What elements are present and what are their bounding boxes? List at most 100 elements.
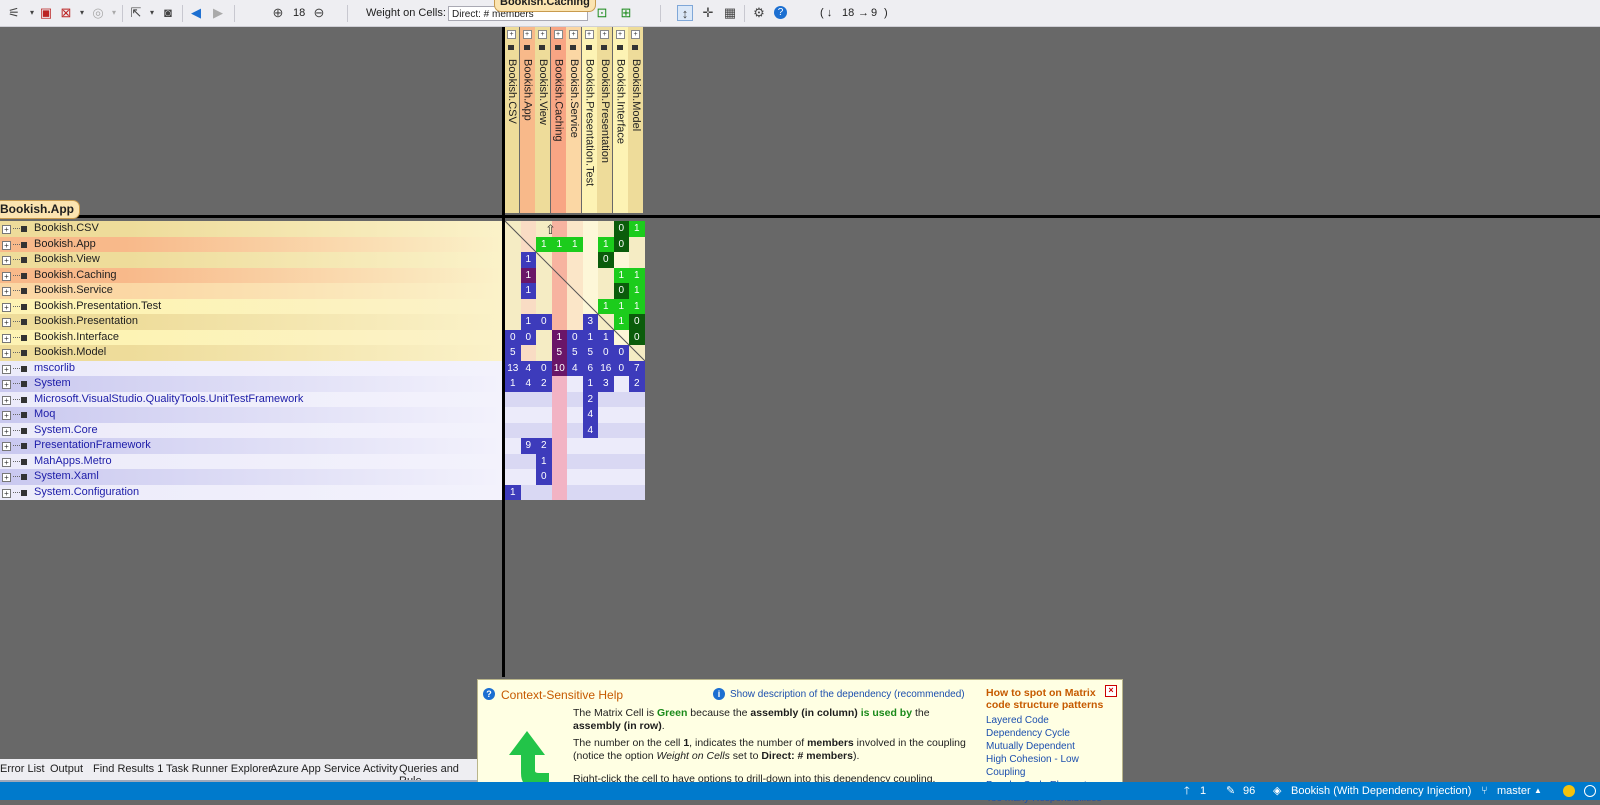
status-branch[interactable]: master [1497,782,1531,800]
matrix-cell-empty[interactable] [536,391,552,407]
matrix-cell-empty[interactable] [505,453,521,469]
column-header[interactable]: + Bookish.Interface [612,27,628,213]
tree-row[interactable]: + Moq [0,407,502,423]
matrix-cell-empty[interactable] [551,407,567,423]
tree-row[interactable]: + Bookish.Service [0,283,502,299]
matrix-cell-empty[interactable] [613,376,629,392]
matrix-cell-empty[interactable] [551,469,567,485]
matrix-cell[interactable]: 9 [520,438,536,454]
expand-icon[interactable]: + [507,30,516,39]
close-icon[interactable]: × [1105,685,1117,697]
matrix-cell[interactable]: 0 [613,360,629,376]
row-mode-icon[interactable]: ↕ [677,5,693,21]
tool-tab[interactable]: Azure App Service Activity [270,763,398,775]
tree-row[interactable]: + Bookish.Model [0,345,502,361]
clear-icon[interactable]: ▣ [38,5,54,21]
pattern-link[interactable]: Mutually Dependent [986,740,1121,753]
matrix-cell[interactable]: 4 [567,360,583,376]
expand-icon[interactable]: + [569,30,578,39]
tree-row[interactable]: + System.Core [0,422,502,438]
notification-icon[interactable] [1563,785,1575,797]
matrix-cell[interactable]: 0 [536,469,552,485]
expand-icon[interactable]: + [584,30,594,39]
matrix-cell[interactable]: 1 [505,376,521,392]
forward-icon[interactable]: ▶ [210,5,226,21]
matrix-cell-empty[interactable] [613,469,629,485]
matrix-cell-empty[interactable] [520,484,536,500]
chevron-down-icon[interactable]: ▾ [106,5,122,21]
tool-tab[interactable]: Find Results 1 [93,763,163,775]
status-solution[interactable]: Bookish (With Dependency Injection) [1291,782,1471,800]
matrix-cell-empty[interactable] [505,407,521,423]
matrix-cell-empty[interactable] [598,484,614,500]
column-header[interactable]: + Bookish.Presentation [597,27,612,213]
matrix-cell[interactable]: 3 [598,376,614,392]
column-header[interactable]: + Bookish.App [519,27,535,213]
help-icon[interactable]: ? [774,6,787,19]
tree-row[interactable]: + mscorlib [0,360,502,376]
expand-icon[interactable]: + [2,256,11,265]
chevron-up-icon[interactable]: ▲ [1534,782,1542,800]
expand-icon[interactable]: + [2,395,11,405]
tree-row[interactable]: + Bookish.CSV [0,221,502,237]
tree-row[interactable]: + Bookish.App [0,236,502,252]
matrix-cell[interactable]: 4 [520,376,536,392]
matrix-cell-empty[interactable] [582,484,598,500]
matrix-cell-empty[interactable] [551,453,567,469]
matrix-cell-empty[interactable] [598,407,614,423]
matrix-cell-empty[interactable] [505,469,521,485]
matrix-cell[interactable]: 4 [520,360,536,376]
zoom-in-icon[interactable]: ⊕ [270,5,286,21]
matrix-cell-empty[interactable] [613,422,629,438]
matrix-cell[interactable]: 1 [505,484,521,500]
matrix-cell-empty[interactable] [567,469,583,485]
matrix-cell-empty[interactable] [629,438,645,454]
column-mode-icon[interactable]: ✛ [700,5,716,21]
column-header[interactable]: + Bookish.Model [628,27,643,213]
tool-tab[interactable]: Task Runner Explorer [166,763,272,775]
feedback-icon[interactable] [1584,785,1596,797]
matrix-cell-empty[interactable] [598,391,614,407]
matrix-cell-empty[interactable] [551,391,567,407]
pattern-link[interactable]: High Cohesion - Low Coupling [986,753,1121,779]
expand-icon[interactable]: + [2,225,11,234]
tree-row[interactable]: + System.Configuration [0,484,502,500]
camera-icon[interactable]: ◙ [160,5,176,21]
matrix-cell-empty[interactable] [613,438,629,454]
matrix-cell[interactable]: 4 [582,407,598,423]
expand-icon[interactable]: + [2,333,11,343]
expand-icon[interactable]: + [2,488,11,498]
tree-row[interactable]: + System [0,376,502,392]
matrix-cell-empty[interactable] [567,484,583,500]
tree-row[interactable]: + System.Xaml [0,469,502,485]
matrix-cell[interactable]: 16 [598,360,614,376]
expand-icon[interactable]: + [2,349,11,358]
matrix-cell-empty[interactable] [613,484,629,500]
matrix-cell-empty[interactable] [582,438,598,454]
matrix-cell-empty[interactable] [551,422,567,438]
matrix-cell-empty[interactable] [520,469,536,485]
tree-row[interactable]: + Bookish.Interface [0,329,502,345]
column-header[interactable]: + Bookish.Service [566,27,581,213]
matrix-cell-empty[interactable] [567,391,583,407]
tree-row[interactable]: + Bookish.Presentation [0,314,502,330]
filter-icon[interactable]: ◎ [90,5,106,21]
matrix-cell-empty[interactable] [629,391,645,407]
matrix-cell-empty[interactable] [551,438,567,454]
dependency-mode-icon[interactable]: ⊡ [594,5,610,21]
matrix-cell[interactable]: 2 [629,376,645,392]
matrix-cell[interactable]: 2 [536,438,552,454]
matrix-cell-empty[interactable] [551,376,567,392]
matrix-cell-empty[interactable] [598,422,614,438]
export-icon[interactable]: ⇱ [128,5,144,21]
pattern-link[interactable]: Layered Code [986,714,1121,727]
matrix-cell-empty[interactable] [505,391,521,407]
tree-row[interactable]: + MahApps.Metro [0,453,502,469]
matrix-cell-empty[interactable] [551,484,567,500]
matrix-cell-empty[interactable] [629,422,645,438]
tool-tab[interactable]: Output [50,763,83,775]
matrix-cell-empty[interactable] [520,453,536,469]
matrix-cell[interactable]: 10 [551,360,567,376]
expand-icon[interactable]: + [2,442,11,451]
tree-row[interactable]: + Bookish.Caching [0,267,502,283]
